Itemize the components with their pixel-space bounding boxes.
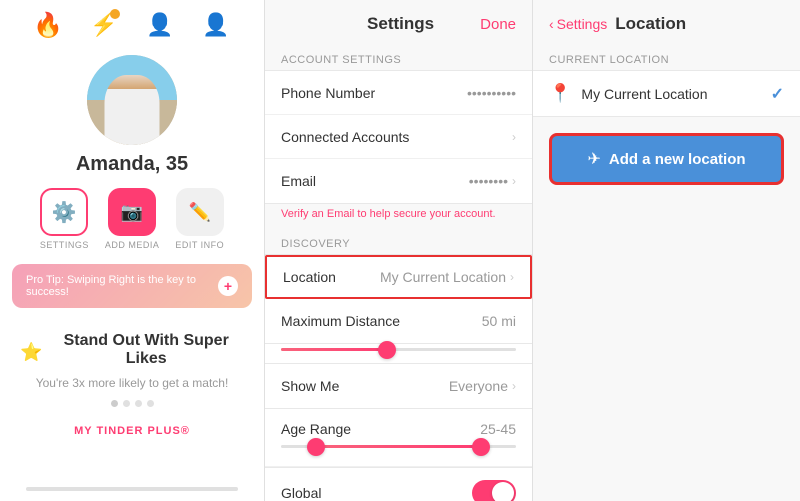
max-distance-label: Maximum Distance	[281, 313, 400, 329]
profile-actions: ⚙️ SETTINGS 📷 ADD MEDIA ✏️ EDIT INFO	[40, 188, 224, 250]
global-row[interactable]: Global	[265, 468, 532, 501]
connected-accounts-label: Connected Accounts	[281, 129, 409, 145]
global-group: Global	[265, 467, 532, 501]
settings-panel: Settings Done ACCOUNT SETTINGS Phone Num…	[265, 0, 533, 501]
max-distance-value: 50 mi	[482, 313, 516, 329]
dot-2	[123, 400, 130, 407]
pro-tip-banner: Pro Tip: Swiping Right is the key to suc…	[12, 264, 252, 308]
location-row[interactable]: Location My Current Location ›	[265, 255, 532, 299]
notification-dot	[110, 9, 120, 19]
location-title: Location	[615, 14, 686, 34]
settings-header: Settings Done	[265, 0, 532, 44]
profile-name: Amanda, 35	[76, 153, 188, 176]
edit-info-button[interactable]: ✏️ EDIT INFO	[175, 188, 224, 250]
avatar	[87, 55, 177, 145]
messages-icon[interactable]: 👤	[144, 9, 176, 41]
top-icons: 🔥 ⚡ 👤 👤	[0, 0, 264, 50]
email-label: Email	[281, 173, 316, 189]
distance-slider-fill	[281, 348, 387, 351]
settings-title: Settings	[321, 14, 480, 34]
add-media-button[interactable]: 📷 ADD MEDIA	[105, 188, 160, 250]
show-me-label: Show Me	[281, 378, 339, 394]
global-label: Global	[281, 485, 321, 501]
verify-email-text: Verify an Email to help secure your acco…	[265, 204, 532, 228]
email-value: •••••••• ›	[469, 173, 516, 189]
gear-icon: ⚙️	[52, 200, 77, 225]
pro-tip-plus-button[interactable]: +	[218, 276, 238, 296]
connected-accounts-row[interactable]: Connected Accounts ›	[265, 115, 532, 159]
distance-slider-track[interactable]	[281, 348, 516, 351]
super-likes-section: ⭐ Stand Out With Super Likes You're 3x m…	[0, 322, 264, 449]
email-row[interactable]: Email •••••••• ›	[265, 159, 532, 203]
age-range-value: 25-45	[480, 421, 516, 437]
current-location-section-label: CURRENT LOCATION	[533, 44, 800, 70]
phone-number-value: ••••••••••	[467, 85, 516, 101]
dot-3	[135, 400, 142, 407]
show-me-group: Show Me Everyone ›	[265, 363, 532, 409]
profile-icon[interactable]: 👤	[200, 9, 232, 41]
location-label: Location	[283, 269, 336, 285]
chevron-left-icon: ‹	[549, 16, 554, 32]
age-slider-fill	[316, 445, 481, 448]
edit-info-label: EDIT INFO	[175, 240, 224, 250]
tinder-plus-button[interactable]: MY TINDER PLUS®	[74, 425, 190, 437]
super-likes-title: Stand Out With Super Likes	[48, 332, 244, 368]
bottom-indicator	[26, 487, 237, 491]
max-distance-row[interactable]: Maximum Distance 50 mi	[265, 299, 532, 343]
checkmark-icon: ✓	[771, 84, 784, 104]
location-pin-icon: 📍	[549, 83, 571, 104]
dot-1	[111, 400, 118, 407]
discovery-group: Location My Current Location › Maximum D…	[265, 254, 532, 344]
age-slider-thumb-right[interactable]	[472, 438, 490, 456]
carousel-dots	[20, 400, 244, 407]
distance-slider-container	[265, 344, 532, 363]
account-settings-group: Phone Number •••••••••• Connected Accoun…	[265, 70, 532, 204]
chevron-right-icon-4: ›	[512, 379, 516, 393]
settings-label: SETTINGS	[40, 240, 89, 250]
dot-4	[147, 400, 154, 407]
show-me-value: Everyone ›	[449, 378, 516, 394]
star-icon: ⭐	[20, 342, 42, 363]
discovery-section-label: DISCOVERY	[265, 228, 532, 254]
back-button[interactable]: ‹ Settings	[549, 16, 607, 32]
back-label: Settings	[557, 16, 608, 32]
chevron-right-icon-3: ›	[510, 270, 514, 284]
plane-icon: ✈	[587, 149, 600, 169]
add-media-label: ADD MEDIA	[105, 240, 160, 250]
add-new-location-button[interactable]: ✈ Add a new location	[549, 133, 784, 185]
chevron-right-icon: ›	[512, 130, 516, 144]
super-likes-subtitle: You're 3x more likely to get a match!	[20, 376, 244, 390]
profile-panel: 🔥 ⚡ 👤 👤 Amanda, 35 ⚙️ SETTINGS 📷	[0, 0, 265, 501]
my-current-location-option[interactable]: 📍 My Current Location ✓	[533, 70, 800, 117]
settings-button[interactable]: ⚙️ SETTINGS	[40, 188, 89, 250]
location-value: My Current Location ›	[380, 269, 514, 285]
chevron-right-icon-2: ›	[512, 174, 516, 188]
distance-slider-thumb[interactable]	[378, 341, 396, 359]
pro-tip-text: Pro Tip: Swiping Right is the key to suc…	[26, 274, 218, 298]
notification-icon[interactable]: ⚡	[88, 9, 120, 41]
add-new-location-label: Add a new location	[609, 151, 746, 168]
done-button[interactable]: Done	[480, 16, 516, 33]
location-panel: ‹ Settings Location CURRENT LOCATION 📍 M…	[533, 0, 800, 501]
phone-number-label: Phone Number	[281, 85, 375, 101]
age-range-row[interactable]: Age Range 25-45	[265, 409, 532, 467]
age-slider-thumb-left[interactable]	[307, 438, 325, 456]
pencil-icon: ✏️	[189, 202, 211, 223]
toggle-knob	[492, 482, 514, 501]
global-toggle[interactable]	[472, 480, 516, 501]
age-slider-track[interactable]	[281, 445, 516, 448]
phone-number-row[interactable]: Phone Number ••••••••••	[265, 71, 532, 115]
current-location-name: My Current Location	[581, 86, 707, 102]
account-section-label: ACCOUNT SETTINGS	[265, 44, 532, 70]
age-range-label: Age Range	[281, 421, 351, 437]
show-me-row[interactable]: Show Me Everyone ›	[265, 364, 532, 408]
tinder-icon[interactable]: 🔥	[32, 9, 64, 41]
location-header: ‹ Settings Location	[533, 0, 800, 44]
camera-icon: 📷	[121, 202, 143, 223]
